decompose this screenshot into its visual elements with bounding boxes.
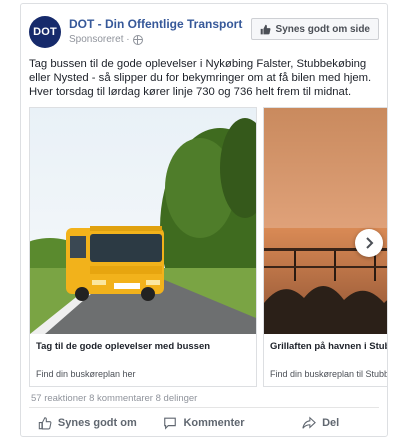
carousel-card-link[interactable]: Find din buskøreplan her xyxy=(36,369,136,379)
sponsored-label: Sponsoreret · xyxy=(69,34,143,45)
like-label: Synes godt om xyxy=(57,417,137,429)
engagement-stats[interactable]: 57 reaktioner 8 kommentarer 8 delinger xyxy=(31,393,197,404)
comment-icon xyxy=(164,417,177,430)
post-actions-bar: Synes godt om Kommenter Del xyxy=(29,411,379,435)
share-icon xyxy=(302,416,317,429)
post-body-text: Tag bussen til de gode oplevelser i Nykø… xyxy=(29,58,372,98)
like-page-button[interactable]: Synes godt om side xyxy=(250,18,379,40)
carousel-next-button[interactable] xyxy=(355,229,383,257)
ad-carousel[interactable]: Tag til de gode oplevelser med bussen Fi… xyxy=(29,107,387,387)
sponsored-post-card: DOT DOT - Din Offentlige Transport Spons… xyxy=(20,3,388,437)
avatar-logo-text: DOT xyxy=(33,26,57,38)
share-label: Del xyxy=(322,417,340,429)
carousel-card-title[interactable]: Tag til de gode oplevelser med bussen xyxy=(36,341,210,352)
chevron-right-icon xyxy=(366,237,374,249)
comment-button[interactable]: Kommenter xyxy=(146,411,263,435)
carousel-card-title[interactable]: Grillaften på havnen i Stubbekøbing xyxy=(270,341,387,352)
like-page-label: Synes godt om side xyxy=(275,23,370,35)
thumbs-up-icon xyxy=(260,24,271,34)
post-header: DOT DOT - Din Offentlige Transport Spons… xyxy=(29,12,379,52)
thumbs-up-icon xyxy=(38,417,52,430)
sponsored-text: Sponsoreret · xyxy=(69,34,130,45)
page-avatar[interactable]: DOT xyxy=(29,16,61,48)
bus-photo[interactable] xyxy=(30,108,256,334)
harbor-sunset-photo[interactable] xyxy=(264,108,387,334)
carousel-card-1[interactable]: Tag til de gode oplevelser med bussen Fi… xyxy=(29,107,257,387)
globe-icon xyxy=(132,34,143,45)
like-button[interactable]: Synes godt om xyxy=(29,411,146,435)
comment-label: Kommenter xyxy=(183,417,245,429)
carousel-card-link[interactable]: Find din buskøreplan til Stubbekøbing xyxy=(270,369,387,379)
share-button[interactable]: Del xyxy=(262,411,379,435)
actions-divider xyxy=(29,407,379,408)
page-name-link[interactable]: DOT - Din Offentlige Transport xyxy=(69,17,242,31)
